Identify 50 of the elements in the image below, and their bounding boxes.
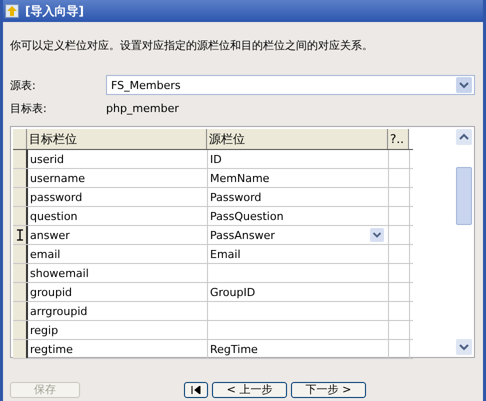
first-step-button[interactable]	[184, 382, 208, 398]
row-header[interactable]	[13, 169, 28, 187]
row-header[interactable]	[13, 188, 28, 206]
table-cell: email	[28, 245, 208, 263]
row-header[interactable]	[13, 264, 28, 282]
table-cell: question	[28, 207, 208, 225]
column-header[interactable]: 源栏位	[207, 129, 388, 149]
table-cell[interactable]: PassAnswer	[208, 226, 389, 244]
row-header[interactable]	[13, 340, 28, 358]
table-cell: answer	[28, 226, 208, 244]
description-text: 你可以定义栏位对应。设置对应指定的源栏位和目的栏位之间的对应关系。	[10, 38, 374, 53]
table-cell[interactable]: Password	[208, 188, 389, 206]
first-icon	[191, 386, 201, 394]
table-cell: showemail	[28, 264, 208, 282]
row-header[interactable]	[13, 302, 28, 320]
corner-header	[13, 129, 27, 149]
table-cell: arrgroupid	[28, 302, 208, 320]
row-header[interactable]	[13, 226, 28, 244]
scroll-up-icon[interactable]	[456, 129, 472, 145]
row-header[interactable]	[13, 321, 28, 339]
table-cell[interactable]: PassQuestion	[208, 207, 389, 225]
table-cell[interactable]: Email	[208, 245, 389, 263]
row-header[interactable]	[13, 245, 28, 263]
field-label: 源表:	[10, 78, 37, 92]
table-cell: userid	[28, 150, 208, 168]
column-header[interactable]: ?..	[388, 129, 409, 149]
scrollbar-thumb[interactable]	[456, 167, 472, 225]
window-title: [导入向导]	[25, 2, 84, 20]
row-header[interactable]	[13, 207, 28, 225]
table-cell: groupid	[28, 283, 208, 301]
table-cell[interactable]: GroupID	[208, 283, 389, 301]
text-cursor-icon	[16, 229, 24, 241]
vertical-scrollbar[interactable]	[456, 129, 472, 355]
scroll-down-icon[interactable]	[456, 339, 472, 355]
table-cell[interactable]: ID	[208, 150, 389, 168]
next-button[interactable]: 下一步 >	[291, 382, 366, 398]
source-table-dropdown[interactable]: FS_Members	[106, 75, 475, 95]
field-label: 目标表:	[10, 100, 48, 116]
back-button[interactable]: < 上一步	[212, 382, 287, 398]
target-table-value: php_member	[106, 102, 179, 114]
table-cell: username	[28, 169, 208, 187]
import-icon	[5, 4, 19, 18]
table-cell[interactable]: MemName	[208, 169, 389, 187]
row-header[interactable]	[13, 283, 28, 301]
table-cell: regip	[28, 321, 208, 339]
table-cell[interactable]: RegTime	[208, 340, 389, 358]
table-cell: regtime	[28, 340, 208, 358]
column-header[interactable]: 目标栏位	[27, 129, 207, 149]
table-cell: password	[28, 188, 208, 206]
row-header[interactable]	[13, 150, 28, 168]
